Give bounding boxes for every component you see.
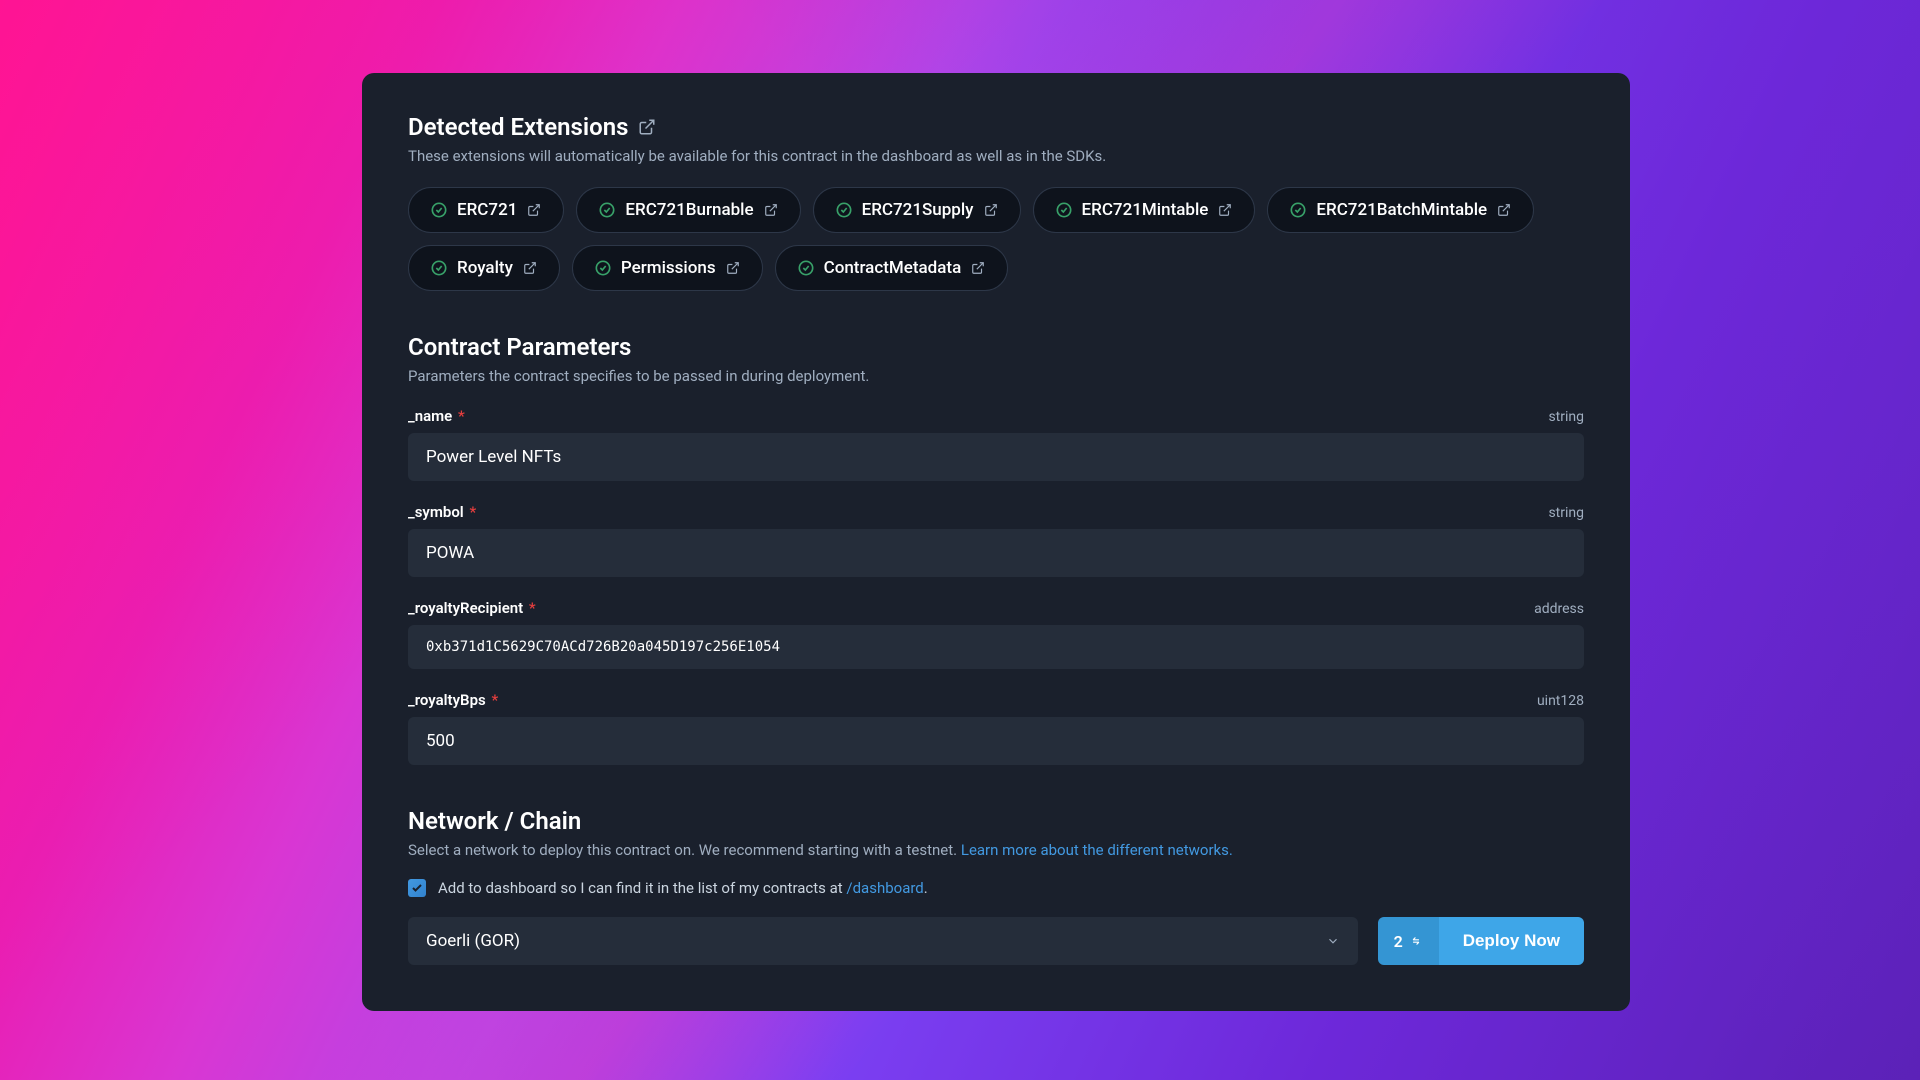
field-label: _royaltyBps * [408,691,498,709]
dashboard-link[interactable]: /dashboard [846,879,923,897]
field-label: _name * [408,407,465,425]
tx-count-value: 2 [1394,932,1403,951]
field-header: _royaltyBps * uint128 [408,691,1584,709]
extension-label: Royalty [457,258,513,278]
swap-icon [1409,934,1423,948]
add-dashboard-label: Add to dashboard so I can find it in the… [438,879,928,897]
check-circle-icon [836,202,852,218]
external-link-icon [984,203,998,217]
deploy-group: 2 Deploy Now [1378,917,1584,965]
field-type: string [1548,505,1584,521]
extension-label: ERC721 [457,200,517,220]
network-section: Network / Chain Select a network to depl… [408,807,1584,965]
extension-chip[interactable]: ContractMetadata [775,245,1009,291]
param-field: _royaltyRecipient * address [408,599,1584,669]
deploy-row: Goerli (GOR) 2 Deploy Now [408,917,1584,965]
extensions-subtitle: These extensions will automatically be a… [408,147,1584,165]
param-field: _symbol * string [408,503,1584,577]
extension-label: ContractMetadata [824,258,962,278]
check-circle-icon [599,202,615,218]
extension-label: Permissions [621,258,716,278]
param-field: _name * string [408,407,1584,481]
network-selected-value: Goerli (GOR) [426,931,520,951]
add-dashboard-row: Add to dashboard so I can find it in the… [408,879,1584,897]
extensions-title-text: Detected Extensions [408,113,628,141]
extension-chip[interactable]: Royalty [408,245,560,291]
external-link-icon [527,203,541,217]
check-circle-icon [1290,202,1306,218]
extensions-list: ERC721 ERC721Burnable ERC721Supply ERC721Mi… [408,187,1584,291]
extension-chip[interactable]: ERC721Supply [813,187,1021,233]
extension-chip[interactable]: Permissions [572,245,763,291]
field-header: _name * string [408,407,1584,425]
extension-label: ERC721Burnable [625,200,753,220]
check-circle-icon [431,202,447,218]
check-circle-icon [595,260,611,276]
extensions-title: Detected Extensions [408,113,1584,141]
field-input[interactable] [408,529,1584,577]
extension-chip[interactable]: ERC721 [408,187,564,233]
check-circle-icon [431,260,447,276]
tx-count-badge[interactable]: 2 [1378,917,1439,965]
param-field: _royaltyBps * uint128 [408,691,1584,765]
field-header: _royaltyRecipient * address [408,599,1584,617]
check-icon [411,882,423,894]
field-type: uint128 [1537,693,1584,709]
external-link-icon [764,203,778,217]
learn-more-link[interactable]: Learn more about the different networks. [961,841,1233,859]
extension-label: ERC721BatchMintable [1316,200,1487,220]
field-type: string [1548,409,1584,425]
required-asterisk: * [458,407,465,425]
required-asterisk: * [491,691,498,709]
field-type: address [1534,601,1584,617]
params-fields: _name * string _symbol * string _royaltyReci… [408,407,1584,765]
external-link-icon [1497,203,1511,217]
required-asterisk: * [529,599,536,617]
external-link-icon [523,261,537,275]
external-link-icon [638,118,656,136]
field-input[interactable] [408,433,1584,481]
field-header: _symbol * string [408,503,1584,521]
network-subtitle: Select a network to deploy this contract… [408,841,1584,859]
extension-chip[interactable]: ERC721Mintable [1033,187,1256,233]
chevron-down-icon [1326,934,1340,948]
extension-chip[interactable]: ERC721Burnable [576,187,800,233]
params-subtitle: Parameters the contract specifies to be … [408,367,1584,385]
extension-label: ERC721Mintable [1082,200,1209,220]
params-title: Contract Parameters [408,333,1584,361]
field-input[interactable] [408,625,1584,669]
external-link-icon [726,261,740,275]
field-label: _symbol * [408,503,476,521]
external-link-icon [971,261,985,275]
extension-chip[interactable]: ERC721BatchMintable [1267,187,1534,233]
params-section: Contract Parameters Parameters the contr… [408,333,1584,765]
deploy-button[interactable]: Deploy Now [1439,917,1584,965]
check-circle-icon [798,260,814,276]
check-circle-icon [1056,202,1072,218]
external-link-icon [1218,203,1232,217]
network-select[interactable]: Goerli (GOR) [408,917,1358,965]
field-label: _royaltyRecipient * [408,599,536,617]
network-title: Network / Chain [408,807,1584,835]
network-subtitle-text: Select a network to deploy this contract… [408,841,961,859]
add-dashboard-checkbox[interactable] [408,879,426,897]
extension-label: ERC721Supply [862,200,974,220]
deploy-panel: Detected Extensions These extensions wil… [362,73,1630,1011]
field-input[interactable] [408,717,1584,765]
extensions-section: Detected Extensions These extensions wil… [408,113,1584,291]
required-asterisk: * [469,503,476,521]
